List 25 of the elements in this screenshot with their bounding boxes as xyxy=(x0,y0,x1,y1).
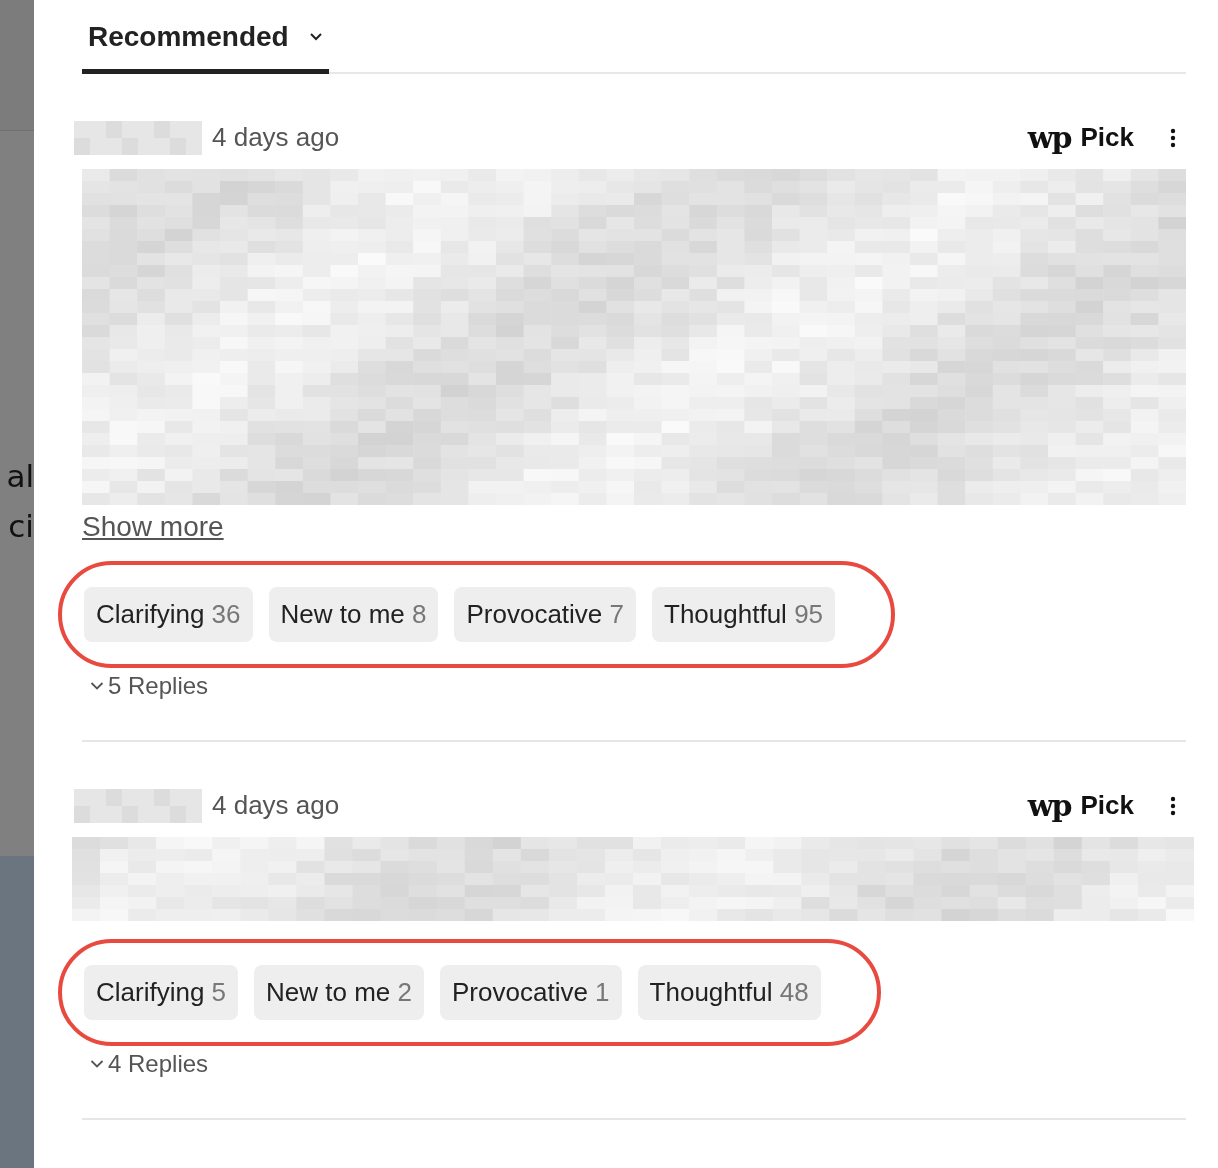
sort-tab[interactable]: Recommended xyxy=(82,7,329,74)
more-options-icon[interactable] xyxy=(1170,127,1176,148)
reaction-button[interactable]: New to me 2 xyxy=(254,965,425,1020)
pick-label: Pick xyxy=(1080,122,1134,153)
replies-toggle[interactable]: 4 Replies xyxy=(90,1046,209,1082)
reaction-button[interactable]: Thoughtful 95 xyxy=(652,587,836,642)
more-options-icon[interactable] xyxy=(1170,795,1176,816)
reaction-button[interactable]: Thoughtful 48 xyxy=(637,965,821,1020)
reaction-button[interactable]: Clarifying 36 xyxy=(84,587,253,642)
reaction-button[interactable]: Clarifying 5 xyxy=(84,965,239,1020)
reaction-button[interactable]: New to me 8 xyxy=(268,587,439,642)
reaction-button[interactable]: Provocative 1 xyxy=(440,965,622,1020)
reaction-button[interactable]: Provocative 7 xyxy=(454,587,637,642)
chevron-down-icon xyxy=(90,681,104,691)
comment-time: 4 days ago xyxy=(212,122,340,153)
pick-label: Pick xyxy=(1080,790,1134,821)
background-text: ci xyxy=(8,507,34,546)
comment-time: 4 days ago xyxy=(212,790,340,821)
wp-logo: wp xyxy=(1027,120,1071,155)
replies-toggle[interactable]: 5 Replies xyxy=(90,668,209,704)
chevron-down-icon xyxy=(308,32,323,42)
background-text: al xyxy=(6,457,34,496)
chevron-down-icon xyxy=(90,1059,104,1069)
wp-logo: wp xyxy=(1027,788,1071,823)
show-more-link[interactable]: Show more xyxy=(82,511,224,543)
